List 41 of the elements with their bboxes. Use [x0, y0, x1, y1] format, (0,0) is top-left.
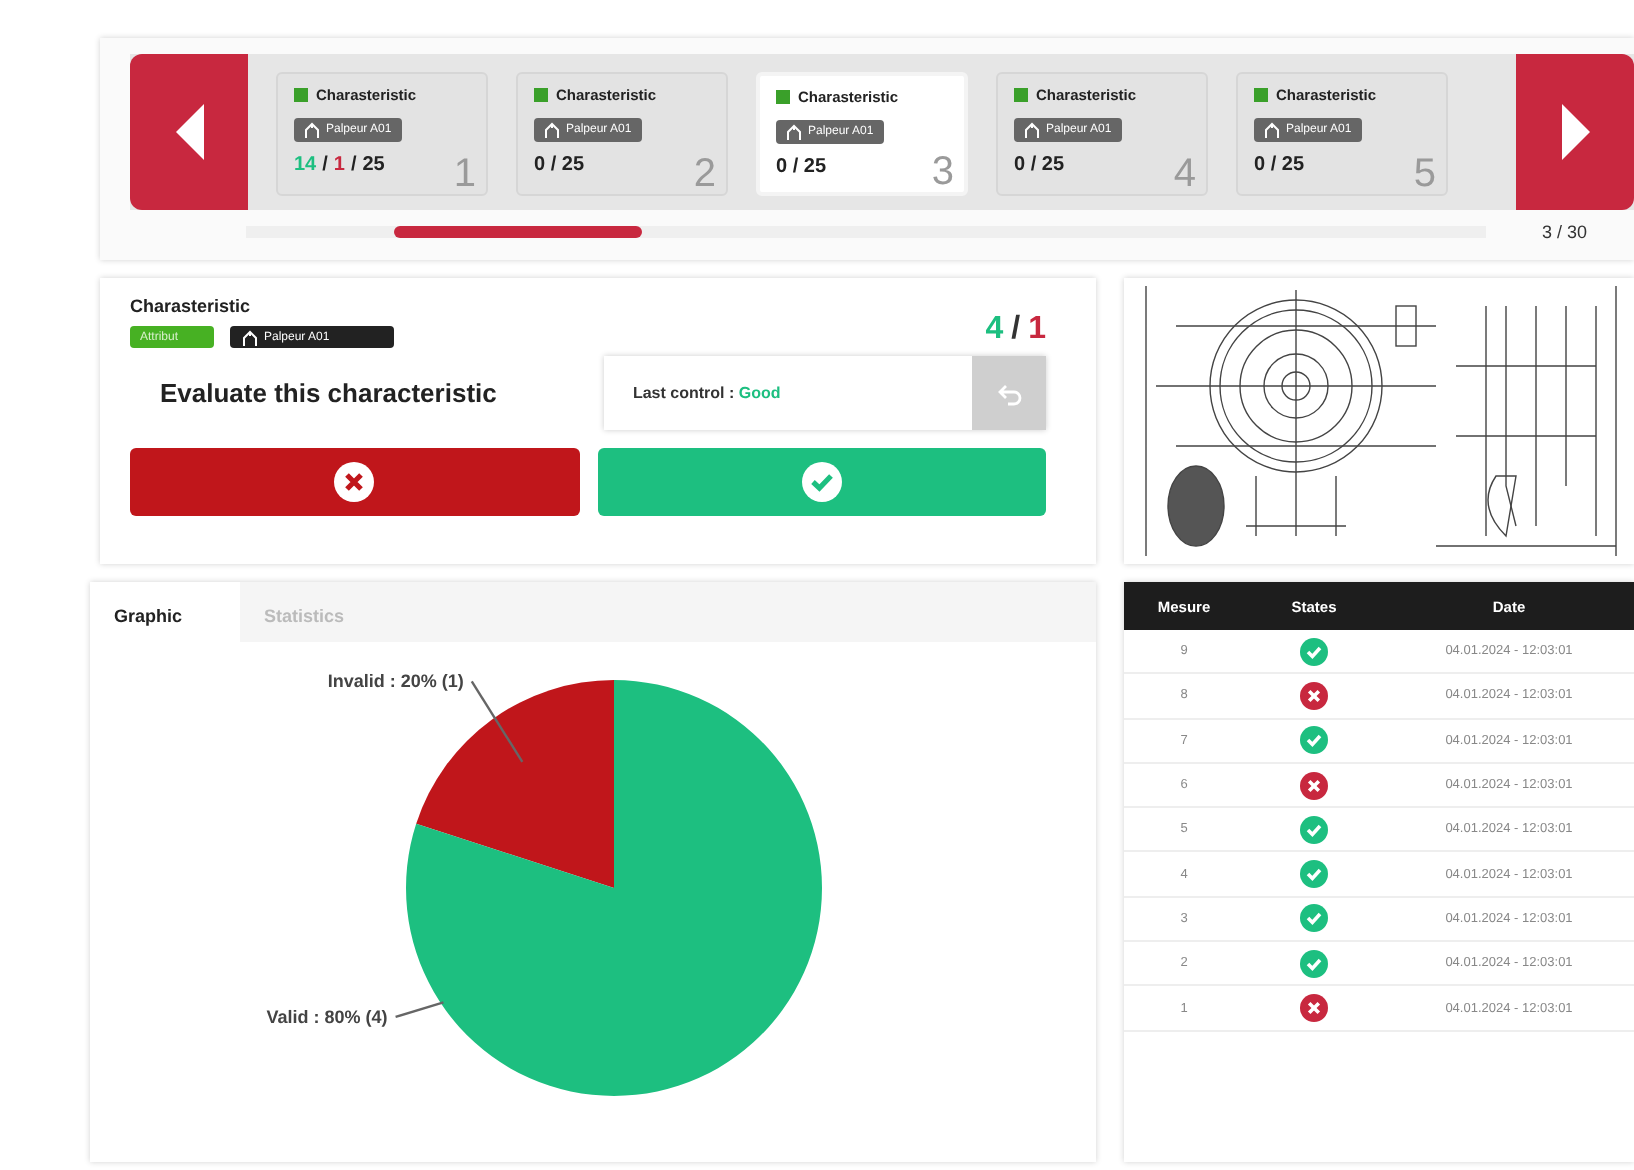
probe-icon — [304, 122, 320, 138]
scroll-track[interactable] — [246, 226, 1486, 238]
check-circle-icon — [801, 462, 842, 502]
left-triangle-icon — [171, 102, 207, 162]
card-count: 0 / 25 — [1014, 154, 1065, 176]
evaluate-prompt: Evaluate this characteristic — [158, 378, 499, 408]
probe-icon — [242, 329, 258, 345]
probe-icon — [544, 122, 560, 138]
card-number: 3 — [931, 150, 954, 196]
status-square-icon — [1254, 88, 1268, 102]
reject-button[interactable] — [130, 448, 579, 516]
card-count: 0 / 25 — [1254, 154, 1305, 176]
undo-icon — [997, 381, 1021, 405]
probe-icon — [1024, 122, 1040, 138]
card-count: 0 / 25 — [776, 156, 827, 178]
status-square-icon — [1014, 88, 1028, 102]
tab[interactable]: Graphic — [90, 582, 240, 642]
card-number: 4 — [1173, 152, 1196, 198]
leader-line — [470, 680, 524, 763]
status-square-icon — [776, 90, 790, 104]
score: 4 / 1 — [985, 312, 1046, 348]
scroll-thumb[interactable] — [394, 226, 643, 238]
slice-label: Valid : 80% (4) — [266, 1006, 388, 1027]
card-number: 1 — [453, 152, 476, 198]
probe-icon — [786, 124, 802, 140]
previous-button[interactable] — [130, 54, 248, 210]
next-button[interactable] — [1516, 54, 1634, 210]
leader-line — [395, 1001, 444, 1019]
status-square-icon — [294, 88, 308, 102]
status-square-icon — [534, 88, 548, 102]
slice-label: Invalid : 20% (1) — [327, 671, 464, 692]
probe-icon — [1264, 122, 1280, 138]
card-number: 2 — [693, 152, 716, 198]
last-control-text: Last control : Good — [630, 384, 783, 402]
card-number: 5 — [1413, 152, 1436, 198]
right-triangle-icon — [1557, 102, 1593, 162]
page-counter: 3 / 30 — [1542, 222, 1588, 242]
characteristic-title: Charasteristic — [130, 296, 253, 316]
cross-circle-icon — [334, 462, 375, 502]
card-count: 14 / 1 / 25 — [294, 154, 385, 176]
card-count: 0 / 25 — [534, 154, 585, 176]
